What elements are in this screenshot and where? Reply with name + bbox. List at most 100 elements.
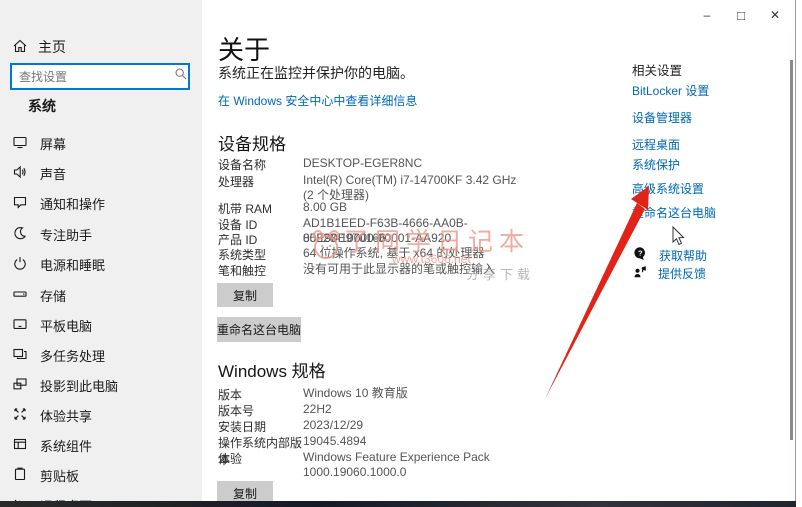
feedback-item[interactable]: 提供反馈 [632, 264, 706, 283]
power-sleep-icon [12, 255, 28, 274]
spec-value: 8.00 GB [303, 200, 348, 214]
multitasking-icon [12, 346, 28, 365]
page-subtitle: 系统正在监控并保护你的电脑。 [218, 65, 414, 81]
sidebar-item-home[interactable]: 主页 [12, 37, 66, 57]
device-manager-link[interactable]: 设备管理器 [632, 109, 692, 126]
home-icon [12, 38, 28, 57]
spec-row-processor: 处理器 Intel(R) Core(TM) i7-14700KF 3.42 GHz… [218, 173, 517, 202]
sidebar-item-label: 多任务处理 [40, 348, 106, 364]
spec-value: 22H2 [303, 402, 332, 416]
notifications-icon [12, 194, 28, 213]
close-button[interactable]: ✕ [758, 2, 792, 28]
sidebar-item-focus-assist[interactable]: 专注助手 [12, 223, 92, 245]
spec-label: 版本号 [218, 404, 255, 418]
spec-row-system-type: 系统类型 64 位操作系统, 基于 x64 的处理器 [218, 246, 517, 263]
get-help-icon: ? [632, 245, 649, 265]
rename-pc-button[interactable]: 重命名这台电脑 [217, 317, 301, 342]
spec-value: 19045.4894 [303, 434, 367, 448]
spec-value: 64 位操作系统, 基于 x64 的处理器 [303, 246, 485, 260]
sidebar-item-notifications[interactable]: 通知和操作 [12, 192, 105, 214]
sidebar-item-shared-experiences[interactable]: 体验共享 [12, 404, 92, 426]
sidebar-home-label: 主页 [38, 39, 66, 55]
spec-label: 机带 RAM [218, 202, 273, 216]
copy-device-specs-button[interactable]: 复制 [217, 283, 273, 307]
sound-icon [12, 164, 28, 183]
spec-label: 系统类型 [218, 248, 267, 262]
spec-row-device-name: 设备名称 DESKTOP-EGER8NC [218, 156, 517, 173]
system-protection-link[interactable]: 系统保护 [632, 156, 680, 173]
sidebar-item-label: 体验共享 [40, 408, 93, 424]
minimize-button[interactable]: – [690, 2, 724, 28]
sidebar-item-clipboard[interactable]: 剪贴板 [12, 464, 79, 486]
sidebar-item-multitasking[interactable]: 多任务处理 [12, 344, 105, 366]
spec-row-experience: 体验 Windows Feature Experience Pack 1000.1… [218, 450, 517, 479]
spec-label: 设备名称 [218, 158, 267, 172]
sidebar-item-label: 剪贴板 [40, 468, 80, 484]
sidebar-item-system-components[interactable]: 系统组件 [12, 434, 92, 456]
spec-row-pen-touch: 笔和触控 没有可用于此显示器的笔或触控输入 [218, 262, 517, 279]
sidebar-item-label: 电源和睡眠 [40, 257, 106, 273]
search-input[interactable] [12, 69, 174, 84]
spec-row-installed-on: 安装日期 2023/12/29 [218, 418, 517, 435]
sidebar-item-label: 系统组件 [40, 438, 93, 454]
windows-security-link[interactable]: 在 Windows 安全中心中查看详细信息 [218, 92, 417, 109]
spec-label: 体验 [218, 452, 243, 466]
window-border [795, 0, 796, 501]
projecting-icon [12, 376, 28, 395]
rename-pc-link[interactable]: 重命名这台电脑 [632, 204, 716, 221]
maximize-button[interactable]: □ [724, 2, 758, 28]
window-controls: – □ ✕ [690, 2, 792, 28]
spec-label: 安装日期 [218, 420, 267, 434]
device-specs-heading: 设备规格 [218, 135, 286, 154]
settings-window: 设置 – □ ✕ 主页 系统 屏幕 [0, 0, 802, 507]
sidebar-item-label: 通知和操作 [40, 196, 106, 212]
tablet-icon [12, 316, 28, 335]
sidebar-item-label: 投影到此电脑 [40, 378, 119, 394]
advanced-system-settings-link[interactable]: 高级系统设置 [632, 180, 704, 197]
spec-value: Intel(R) Core(TM) i7-14700KF 3.42 GHz (2… [303, 173, 517, 202]
svg-text:?: ? [638, 249, 643, 258]
shared-experiences-icon [12, 406, 28, 425]
spec-row-ram: 机带 RAM 8.00 GB [218, 200, 517, 217]
get-help-item[interactable]: ? 获取帮助 [632, 245, 707, 265]
related-settings-heading: 相关设置 [632, 64, 683, 78]
sidebar-item-label: 声音 [40, 166, 67, 182]
sidebar-item-label: 屏幕 [40, 136, 67, 152]
sidebar-item-power-sleep[interactable]: 电源和睡眠 [12, 253, 105, 275]
sidebar-item-projecting[interactable]: 投影到此电脑 [12, 374, 118, 396]
system-components-icon [12, 436, 28, 455]
page-title: 关于 [218, 35, 271, 65]
clipboard-icon [12, 466, 28, 485]
spec-label: 版本 [218, 388, 243, 402]
spec-label: 笔和触控 [218, 264, 267, 278]
sidebar-item-label: 存储 [40, 288, 67, 304]
spec-row-version: 版本号 22H2 [218, 402, 517, 419]
sidebar-item-display[interactable]: 屏幕 [12, 132, 66, 154]
spec-value: DESKTOP-EGER8NC [303, 156, 423, 170]
sidebar-item-tablet[interactable]: 平板电脑 [12, 314, 92, 336]
focus-assist-icon [12, 225, 28, 244]
spec-value: 没有可用于此显示器的笔或触控输入 [303, 262, 496, 276]
windows-specs-heading: Windows 规格 [218, 362, 326, 381]
storage-icon [12, 286, 28, 305]
bitlocker-settings-link[interactable]: BitLocker 设置 [632, 82, 709, 99]
remote-desktop-link[interactable]: 远程桌面 [632, 136, 680, 153]
spec-row-edition: 版本 Windows 10 教育版 [218, 386, 517, 403]
spec-value: 2023/12/29 [303, 418, 364, 432]
sidebar-item-label: 平板电脑 [40, 318, 93, 334]
sidebar: 主页 系统 屏幕 声音 通知和操作 专注助手 [0, 0, 202, 507]
spec-value: Windows Feature Experience Pack 1000.190… [303, 450, 490, 479]
scrollbar-thumb[interactable] [790, 60, 793, 440]
get-help-label: 获取帮助 [659, 248, 708, 263]
settings-search[interactable] [10, 63, 190, 90]
feedback-label: 提供反馈 [658, 267, 707, 281]
sidebar-item-storage[interactable]: 存储 [12, 284, 66, 306]
sidebar-item-sound[interactable]: 声音 [12, 162, 66, 184]
desktop-edge-strip [0, 501, 796, 507]
sidebar-item-label: 专注助手 [40, 227, 93, 243]
display-icon [12, 134, 28, 153]
feedback-icon [632, 264, 648, 283]
spec-value: Windows 10 教育版 [303, 386, 408, 400]
spec-value: 00328-10000-00001-AA920 [303, 231, 452, 245]
search-icon[interactable] [174, 67, 188, 86]
